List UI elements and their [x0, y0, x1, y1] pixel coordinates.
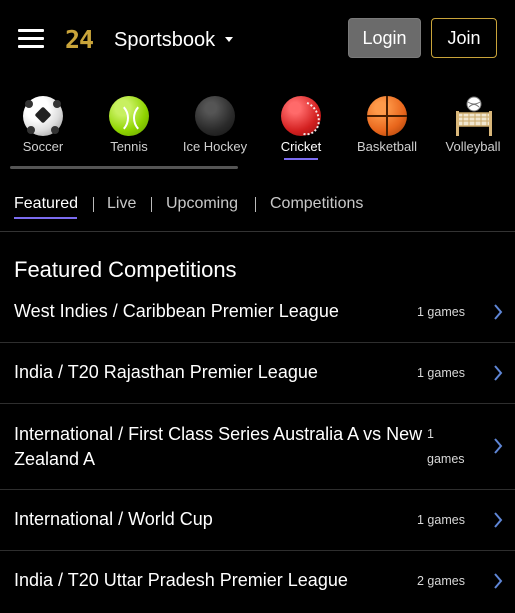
- sport-label: Cricket: [280, 139, 322, 154]
- soccer-ball-icon: [23, 96, 63, 136]
- games-count: 1 games: [417, 366, 465, 380]
- sport-label: Basketball: [357, 139, 417, 154]
- sport-label: Soccer: [22, 139, 64, 154]
- login-button[interactable]: Login: [348, 18, 421, 58]
- hamburger-menu-icon[interactable]: [18, 29, 44, 49]
- games-count: 1: [427, 427, 434, 441]
- carousel-scrollbar[interactable]: [10, 166, 238, 169]
- games-count: 1 games: [417, 513, 465, 527]
- games-count-unit: games: [427, 452, 465, 466]
- brand-logo[interactable]: 24: [65, 26, 94, 54]
- sport-label: Ice Hockey: [182, 139, 248, 154]
- section-divider: [0, 231, 515, 232]
- sport-label: Tennis: [110, 139, 148, 154]
- sport-volleyball[interactable]: Volleyball: [430, 88, 515, 160]
- competition-row[interactable]: India / T20 Rajasthan Premier League 1 g…: [0, 343, 515, 403]
- sportsbook-dropdown[interactable]: Sportsbook: [114, 28, 215, 52]
- active-sport-indicator: [284, 158, 318, 160]
- sport-tennis[interactable]: Tennis: [86, 88, 172, 160]
- sport-cricket[interactable]: Cricket: [258, 88, 344, 160]
- hockey-puck-icon: [195, 96, 235, 136]
- chevron-right-icon: [494, 512, 503, 528]
- competition-name: India / T20 Uttar Pradesh Premier League: [14, 570, 348, 590]
- sport-ice-hockey[interactable]: Ice Hockey: [172, 88, 258, 160]
- chevron-right-icon: [494, 573, 503, 589]
- sports-carousel: Soccer Tennis Ice Hockey Cricket Basketb…: [0, 88, 515, 168]
- active-tab-indicator: [14, 217, 77, 219]
- competition-name-continued: Zealand A: [14, 449, 96, 469]
- tab-separator: [151, 197, 152, 212]
- tab-upcoming[interactable]: Upcoming: [166, 194, 238, 214]
- competition-name: International / World Cup: [14, 509, 213, 529]
- join-button[interactable]: Join: [431, 18, 497, 58]
- games-count: 2 games: [417, 574, 465, 588]
- basketball-icon: [367, 96, 407, 136]
- competition-row[interactable]: India / T20 Uttar Pradesh Premier League…: [0, 551, 515, 613]
- cricket-ball-icon: [281, 96, 321, 136]
- volleyball-net-icon: [456, 96, 492, 136]
- tab-featured[interactable]: Featured: [14, 194, 78, 214]
- caret-down-icon[interactable]: [225, 37, 233, 42]
- tab-competitions[interactable]: Competitions: [270, 194, 363, 214]
- games-count: 1 games: [417, 305, 465, 319]
- competition-name: International / First Class Series Austr…: [14, 424, 423, 444]
- competition-name: India / T20 Rajasthan Premier League: [14, 362, 318, 382]
- competition-row[interactable]: International / World Cup 1 games: [0, 490, 515, 550]
- app-header: 24 Sportsbook Login Join: [0, 0, 515, 78]
- tab-live[interactable]: Live: [107, 194, 136, 214]
- sport-label: Volleyball: [445, 139, 501, 154]
- chevron-right-icon: [494, 438, 503, 454]
- sport-soccer[interactable]: Soccer: [0, 88, 86, 160]
- sport-basketball[interactable]: Basketball: [344, 88, 430, 160]
- competition-name: West Indies / Caribbean Premier League: [14, 301, 339, 321]
- competition-row[interactable]: International / First Class Series Austr…: [0, 404, 515, 489]
- competition-row[interactable]: West Indies / Caribbean Premier League 1…: [0, 282, 515, 342]
- tennis-ball-icon: [109, 96, 149, 136]
- tab-bar: Featured Live Upcoming Competitions: [0, 190, 515, 220]
- tab-separator: [93, 197, 94, 212]
- chevron-right-icon: [494, 365, 503, 381]
- featured-competitions-title: Featured Competitions: [14, 257, 237, 282]
- chevron-right-icon: [494, 304, 503, 320]
- tab-separator: [255, 197, 256, 212]
